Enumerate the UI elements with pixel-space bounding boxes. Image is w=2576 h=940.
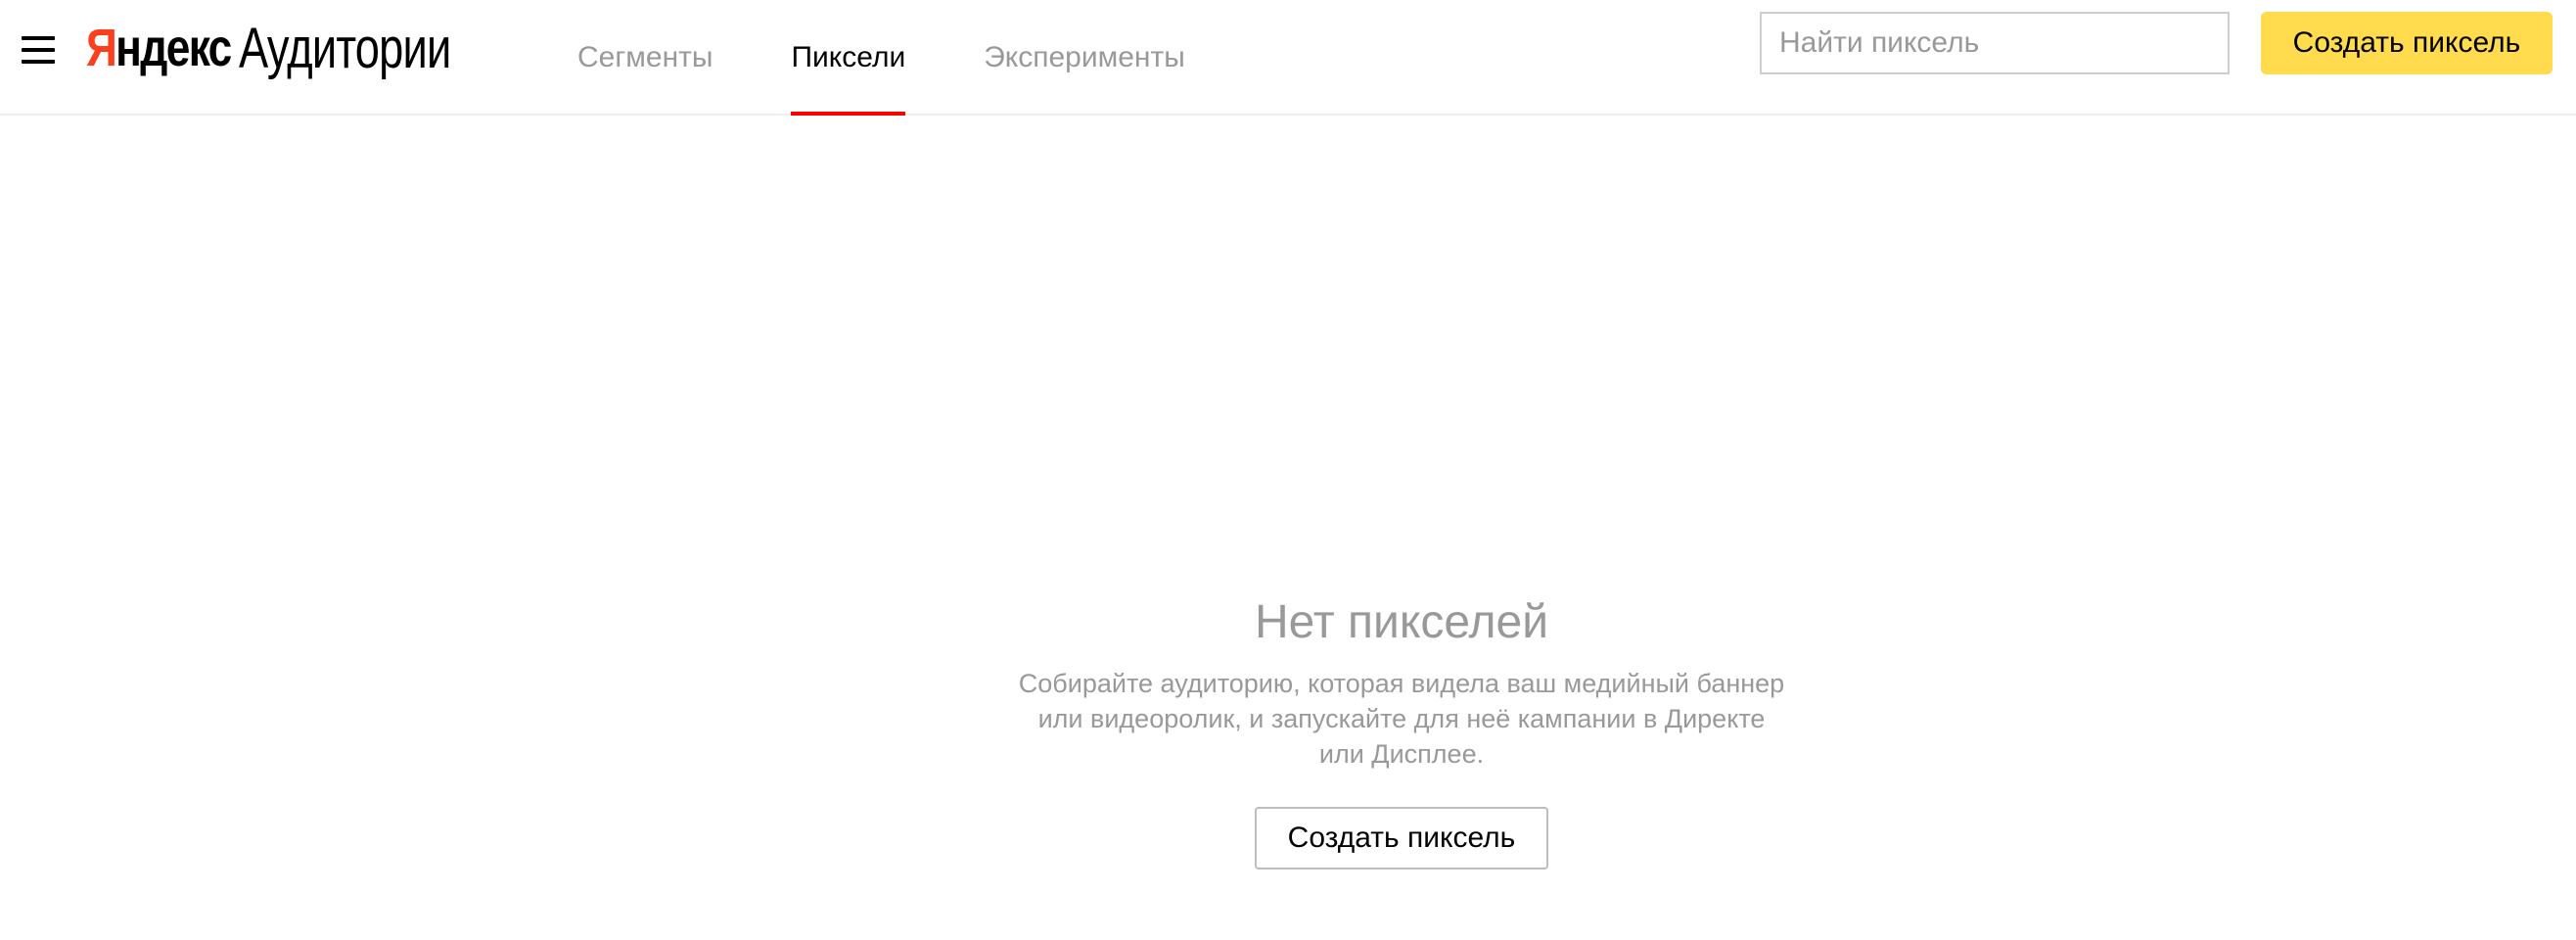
logo[interactable]: Яндекс Аудитории — [86, 14, 511, 82]
tab-pixels[interactable]: Пиксели — [791, 0, 905, 116]
logo-product: Аудитории — [239, 16, 451, 80]
create-pixel-button-header[interactable]: Создать пиксель — [2261, 12, 2553, 74]
top-header: Яндекс Аудитории Сегменты Пиксели Экспер… — [0, 0, 2576, 116]
empty-state-description: Собирайте аудиторию, которая видела ваш … — [1018, 669, 1785, 769]
hamburger-menu-icon[interactable] — [22, 36, 55, 64]
tab-experiments[interactable]: Эксперименты — [984, 0, 1185, 116]
logo-brand: Яндекс — [86, 19, 232, 77]
tab-segments[interactable]: Сегменты — [577, 0, 713, 116]
empty-state-title: Нет пикселей — [1254, 596, 1549, 648]
create-pixel-button[interactable]: Создать пиксель — [1255, 807, 1548, 870]
main-nav: Сегменты Пиксели Эксперименты — [577, 0, 1264, 116]
empty-state: Нет пикселей Собирайте аудиторию, котора… — [0, 588, 2576, 870]
search-pixel-input[interactable] — [1760, 12, 2230, 74]
